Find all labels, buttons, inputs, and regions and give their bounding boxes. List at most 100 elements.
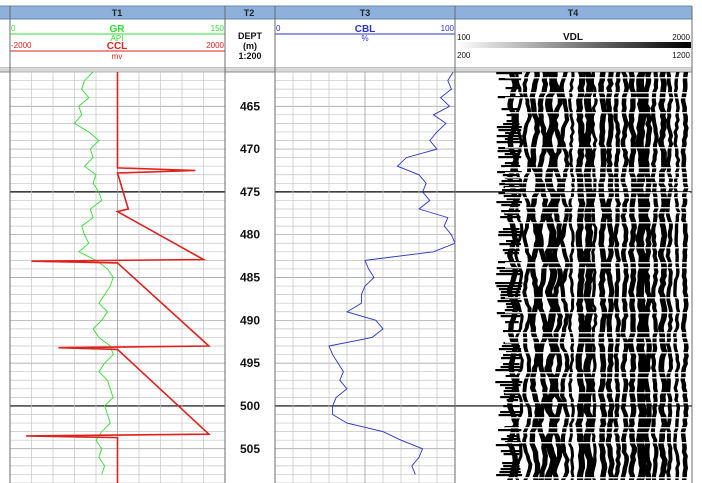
vdl-mark	[500, 366, 521, 369]
vdl-mark	[506, 306, 519, 309]
vdl-noise	[505, 402, 690, 404]
vdl-mark	[502, 462, 520, 465]
vdl-mark	[496, 135, 522, 138]
depth-tick-label: 505	[240, 442, 260, 456]
vdl-mark	[501, 210, 521, 213]
vdl-mark	[500, 411, 521, 414]
vdl-noise	[505, 427, 690, 429]
vdl-noise	[505, 167, 690, 169]
vdl-mark	[499, 243, 521, 246]
vdl-mark	[503, 363, 520, 366]
vdl-mark	[502, 330, 520, 333]
vdl-noise	[505, 97, 690, 99]
vdl-noise	[505, 312, 690, 314]
ccl-unit: mv	[112, 52, 123, 61]
ccl-scale-min: -2000	[11, 41, 32, 50]
vdl-mark	[506, 399, 519, 402]
vdl-mark	[506, 120, 519, 123]
vdl-noise	[505, 267, 690, 269]
vdl-mark	[495, 444, 523, 447]
vdl-mark	[496, 273, 523, 276]
vdl-mark	[498, 288, 522, 291]
vdl-mark	[500, 216, 521, 219]
vdl-noise	[505, 247, 690, 249]
depth-tick-label: 465	[240, 99, 260, 113]
vdl-mark	[504, 138, 519, 141]
vdl-mark	[505, 375, 519, 378]
vdl-mark	[504, 309, 519, 312]
vdl-mark	[500, 315, 521, 318]
vdl-noise	[505, 337, 690, 339]
vdl-mark	[503, 123, 520, 126]
vdl-mark	[505, 387, 519, 390]
ccl-scale-max: 2000	[206, 41, 224, 50]
vdl-mark	[495, 381, 523, 384]
vdl-mark	[502, 249, 520, 252]
vdl-noise	[505, 212, 690, 214]
vdl-mark	[500, 291, 521, 294]
depth-tick-labels: 465 470 475 480 485 490 495 500 505	[240, 99, 260, 456]
vdl-mark	[503, 390, 520, 393]
vdl-noise	[505, 77, 690, 79]
vdl-mark	[506, 240, 519, 243]
vdl-noise	[505, 432, 690, 434]
vdl-noise	[505, 417, 690, 419]
depth-tick-label: 470	[240, 142, 260, 156]
track-title-t4: T4	[568, 8, 579, 18]
vdl-mark	[496, 141, 522, 144]
vdl-noise	[505, 112, 690, 114]
depth-tick-label: 475	[240, 185, 260, 199]
vdl-mark	[500, 357, 521, 360]
vdl-mark	[506, 114, 519, 117]
depth-tick-label: 495	[240, 356, 260, 370]
depth-tick-label: 485	[240, 271, 260, 285]
track-title-t3: T3	[360, 8, 371, 18]
vdl-noise	[505, 442, 690, 444]
vdl-noise	[505, 377, 690, 379]
vdl-mark	[505, 321, 519, 324]
vdl-mark	[502, 189, 520, 192]
vdl-mark	[504, 162, 519, 165]
vdl-noise	[505, 92, 690, 94]
vdl-noise	[505, 197, 690, 199]
vdl-noise	[505, 352, 690, 354]
vdl-curve-name: VDL	[563, 32, 583, 43]
depth-tick-label: 480	[240, 228, 260, 242]
depth-tick-label: 500	[240, 399, 260, 413]
vdl-mark	[500, 384, 521, 387]
cbl-scale-min: 0	[276, 24, 281, 33]
depth-label: DEPT	[238, 31, 263, 41]
vdl-noise	[505, 222, 690, 224]
vdl-mark	[498, 414, 522, 417]
vdl-mark	[502, 174, 520, 177]
vdl-noise	[505, 372, 690, 374]
vdl-mark	[503, 453, 520, 456]
gr-scale-max: 150	[211, 24, 225, 33]
vdl-noise	[505, 297, 690, 299]
vdl-mark	[495, 282, 523, 285]
vdl-noise	[505, 172, 690, 174]
vdl-mark	[503, 195, 520, 198]
vdl-noise	[505, 182, 690, 184]
vdl-mark	[501, 204, 521, 207]
vdl-mark	[505, 87, 519, 90]
vdl-mark	[499, 270, 521, 273]
depth-tick-label: 490	[240, 313, 260, 327]
vdl-mark	[501, 180, 521, 183]
vdl-mark	[506, 435, 519, 438]
vdl-mark	[505, 132, 519, 135]
vdl-mark	[498, 156, 522, 159]
vdl-noise	[505, 177, 690, 179]
track-title-t2: T2	[244, 8, 255, 18]
vdl-mark	[498, 231, 522, 234]
vdl-mark	[500, 396, 521, 399]
vdl-mark	[498, 234, 522, 237]
vdl-noise	[505, 192, 690, 194]
vdl-scale-max1: 2000	[672, 33, 690, 42]
vdl-noise	[505, 477, 690, 479]
vdl-scale-max2: 1200	[672, 51, 690, 60]
vdl-noise	[505, 187, 690, 189]
vdl-noise	[505, 207, 690, 209]
track-title-bar	[0, 6, 692, 19]
cbl-unit: %	[361, 34, 368, 43]
